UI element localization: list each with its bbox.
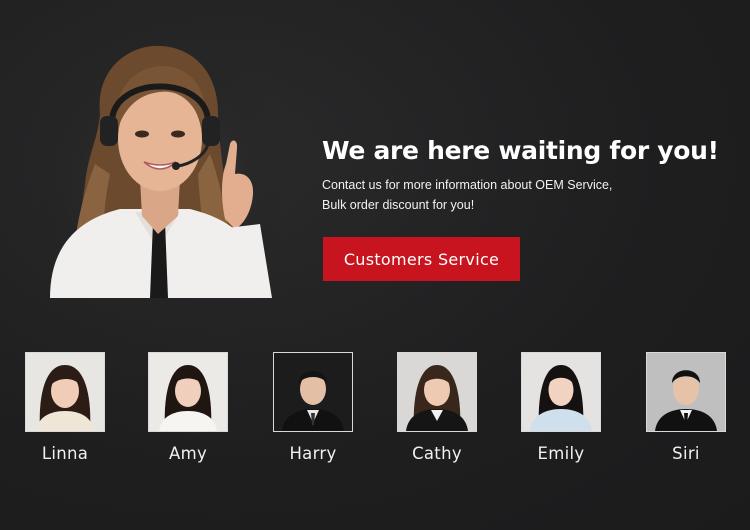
avatar[interactable] — [273, 352, 353, 432]
team-member-linna[interactable]: Linna — [10, 352, 120, 463]
team-member-name: Linna — [41, 444, 89, 463]
team-member-cathy[interactable]: Cathy — [382, 352, 492, 463]
team-member-emily[interactable]: Emily — [506, 352, 616, 463]
team-member-name: Amy — [168, 444, 208, 463]
customer-service-agent-image — [40, 44, 280, 298]
team-members: Linna Amy Harry Cathy Emily Siri — [0, 352, 750, 472]
contact-banner: We are here waiting for you! Contact us … — [0, 0, 750, 530]
team-member-name: Cathy — [412, 444, 462, 463]
hero-text-block: We are here waiting for you! Contact us … — [322, 136, 722, 215]
team-member-amy[interactable]: Amy — [133, 352, 243, 463]
customers-service-button[interactable]: Customers Service — [323, 237, 520, 281]
team-member-name: Siri — [672, 444, 700, 463]
hero-subtitle: Contact us for more information about OE… — [322, 175, 722, 215]
hero-title: We are here waiting for you! — [322, 136, 719, 165]
team-member-name: Harry — [289, 444, 337, 463]
team-member-name: Emily — [537, 444, 585, 463]
hero-subtitle-line-1: Contact us for more information about OE… — [322, 178, 613, 192]
avatar[interactable] — [25, 352, 105, 432]
avatar[interactable] — [646, 352, 726, 432]
team-member-harry[interactable]: Harry — [258, 352, 368, 463]
avatar[interactable] — [148, 352, 228, 432]
avatar[interactable] — [521, 352, 601, 432]
avatar[interactable] — [397, 352, 477, 432]
team-member-siri[interactable]: Siri — [631, 352, 741, 463]
hero-subtitle-line-2: Bulk order discount for you! — [322, 198, 475, 212]
